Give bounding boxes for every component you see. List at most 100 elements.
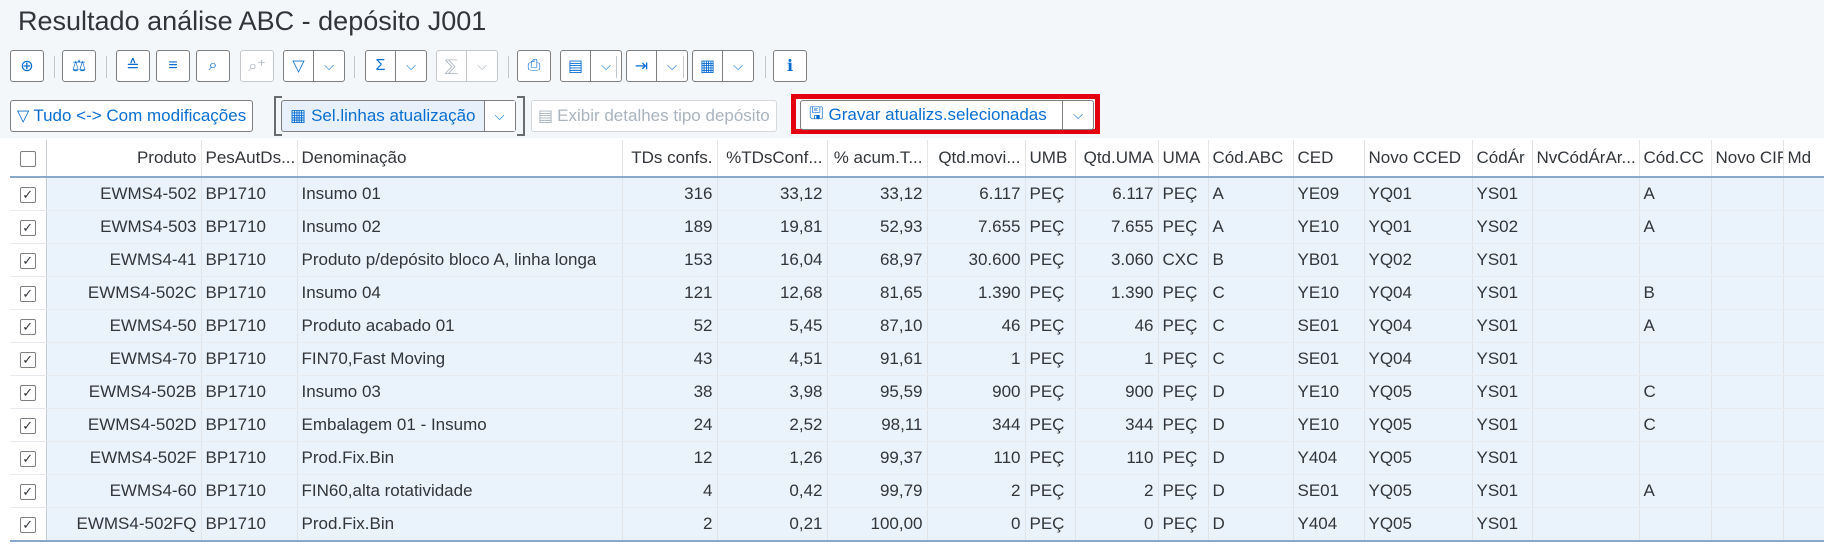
cell-pct-tds-conf: 4,51: [717, 342, 828, 376]
row-checkbox[interactable]: ✓: [19, 219, 36, 236]
subtotal-icon[interactable]: ⅀: [437, 51, 466, 81]
info-button[interactable]: ℹ: [773, 50, 807, 82]
column-header-tds-confs[interactable]: TDs confs.: [622, 140, 718, 178]
row-select-cell[interactable]: ✓: [10, 342, 47, 376]
column-header-new-area-code[interactable]: NvCódÁrAr...: [1532, 140, 1640, 178]
table-row[interactable]: ✓ EWMS4-502FQ BP1710 Prod.Fix.Bin 2 0,21 100,0…: [10, 507, 1824, 542]
filter-icon[interactable]: ▽: [284, 51, 313, 81]
cell-cc-code: [1639, 342, 1712, 376]
column-header-pct-tds-conf[interactable]: %TDsConf...: [717, 140, 828, 178]
row-checkbox[interactable]: ✓: [19, 285, 36, 302]
row-checkbox[interactable]: ✓: [19, 252, 36, 269]
table-row[interactable]: ✓ EWMS4-50 BP1710 Produto acabado 01 52 5,45 8…: [10, 309, 1824, 343]
cell-pct-accum: 91,61: [827, 342, 928, 376]
table-row[interactable]: ✓ EWMS4-502D BP1710 Embalagem 01 - Insumo 24…: [10, 408, 1824, 442]
select-update-rows-button[interactable]: ▦ Sel.linhas atualização ⌵: [281, 100, 516, 132]
select-update-rows-action[interactable]: ▦ Sel.linhas atualização: [282, 101, 484, 131]
select-all-cell[interactable]: [10, 140, 47, 178]
table-row[interactable]: ✓ EWMS4-502C BP1710 Insumo 04 121 12,68 81,65 1…: [10, 276, 1824, 310]
save-icon: 🖫: [809, 103, 824, 123]
show-storage-type-details-button[interactable]: ▤ Exibir detalhes tipo depósito: [531, 100, 777, 132]
column-header-base-uom[interactable]: UMB: [1025, 140, 1076, 178]
row-select-cell[interactable]: ✓: [10, 276, 47, 310]
column-header-qty-moved[interactable]: Qtd.movi...: [927, 140, 1026, 178]
column-header-aum[interactable]: UMA: [1158, 140, 1209, 178]
chevron-down-icon[interactable]: ⌵: [1062, 101, 1093, 129]
table-row[interactable]: ✓ EWMS4-41 BP1710 Produto p/depósito bloco …: [10, 243, 1824, 277]
toggle-all-changed-button[interactable]: ▽ Tudo <-> Com modificações: [10, 100, 254, 132]
column-header-cc-code[interactable]: Cód.CC: [1639, 140, 1712, 178]
chevron-down-icon[interactable]: ⌵: [466, 51, 497, 81]
chevron-down-icon[interactable]: ⌵: [313, 51, 344, 81]
compare-button[interactable]: ⚖: [62, 50, 96, 82]
print-preview-icon[interactable]: ▤: [561, 51, 590, 81]
row-checkbox[interactable]: ✓: [19, 351, 36, 368]
export-icon[interactable]: ⇥: [627, 51, 656, 81]
row-select-cell[interactable]: ✓: [10, 474, 47, 508]
row-select-cell[interactable]: ✓: [10, 243, 47, 277]
cell-pct-accum: 98,11: [827, 408, 928, 442]
cell-md: [1783, 177, 1824, 211]
row-checkbox[interactable]: ✓: [19, 186, 36, 203]
row-select-cell[interactable]: ✓: [10, 441, 47, 475]
row-select-cell[interactable]: ✓: [10, 210, 47, 244]
find-next-icon: ⌕⁺: [248, 58, 266, 75]
save-selected-updates-action[interactable]: 🖫 Gravar atualizs.selecionadas: [801, 101, 1062, 129]
column-header-pesautds[interactable]: PesAutDs...: [201, 140, 298, 178]
row-select-cell[interactable]: ✓: [10, 408, 47, 442]
find-button[interactable]: ⌕: [196, 50, 230, 82]
row-checkbox[interactable]: ✓: [19, 516, 36, 533]
cell-qty-aum: 2: [1075, 474, 1159, 508]
subtotal-dropdown[interactable]: ⅀ ⌵: [436, 50, 498, 82]
table-row[interactable]: ✓ EWMS4-70 BP1710 FIN70,Fast Moving 43 4,51 91…: [10, 342, 1824, 376]
sort-descending-button[interactable]: ≡: [156, 50, 190, 82]
filter-dropdown[interactable]: ▽ ⌵: [283, 50, 345, 82]
row-checkbox[interactable]: ✓: [19, 417, 36, 434]
column-header-new-cced[interactable]: Novo CCED: [1364, 140, 1473, 178]
row-select-cell[interactable]: ✓: [10, 507, 47, 542]
layout-icon[interactable]: ▦: [693, 51, 722, 81]
toggle-all-changed-label: Tudo <-> Com modificações: [33, 106, 247, 125]
select-all-checkbox[interactable]: [19, 150, 36, 167]
row-select-cell[interactable]: ✓: [10, 177, 47, 211]
cell-base-uom: PEÇ: [1025, 276, 1076, 310]
column-header-product[interactable]: Produto: [46, 140, 202, 178]
cell-tds-confs: 189: [622, 210, 718, 244]
row-select-cell[interactable]: ✓: [10, 309, 47, 343]
column-header-new-cir[interactable]: Novo CIR: [1711, 140, 1784, 178]
row-checkbox[interactable]: ✓: [19, 483, 36, 500]
column-header-area-code[interactable]: CódÁr: [1472, 140, 1533, 178]
column-header-pct-accum[interactable]: % acum.T...: [827, 140, 928, 178]
print-preview-dropdown[interactable]: ▤ ⌵: [560, 50, 622, 82]
row-checkbox[interactable]: ✓: [19, 384, 36, 401]
table-row[interactable]: ✓ EWMS4-60 BP1710 FIN60,alta rotatividade 4 0…: [10, 474, 1824, 508]
column-header-ced[interactable]: CED: [1293, 140, 1365, 178]
cell-ced: SE01: [1293, 309, 1365, 343]
row-select-cell[interactable]: ✓: [10, 375, 47, 409]
chevron-down-icon[interactable]: ⌵: [483, 101, 515, 131]
sum-dropdown[interactable]: Σ ⌵: [365, 50, 427, 82]
export-dropdown[interactable]: ⇥ ⌵: [626, 50, 688, 82]
table-row[interactable]: ✓ EWMS4-503 BP1710 Insumo 02 189 19,81 52,93 7.…: [10, 210, 1824, 244]
column-header-abc-code[interactable]: Cód.ABC: [1208, 140, 1294, 178]
cell-md: [1783, 408, 1824, 442]
save-selected-updates-button[interactable]: 🖫 Gravar atualizs.selecionadas ⌵: [800, 100, 1094, 130]
column-header-qty-aum[interactable]: Qtd.UMA: [1075, 140, 1159, 178]
table-row[interactable]: ✓ EWMS4-502F BP1710 Prod.Fix.Bin 12 1,26 99,37…: [10, 441, 1824, 475]
table-row[interactable]: ✓ EWMS4-502 BP1710 Insumo 01 316 33,12 33,12 6.…: [10, 177, 1824, 211]
cell-aum: PEÇ: [1158, 507, 1209, 542]
column-header-description[interactable]: Denominação: [297, 140, 623, 178]
chevron-down-icon[interactable]: ⌵: [395, 51, 426, 81]
row-checkbox[interactable]: ✓: [19, 318, 36, 335]
chevron-down-icon[interactable]: ⌵: [722, 51, 753, 81]
table-row[interactable]: ✓ EWMS4-502B BP1710 Insumo 03 38 3,98 95,59 900…: [10, 375, 1824, 409]
sort-ascending-button[interactable]: ≙: [116, 50, 150, 82]
zoom-details-button[interactable]: ⊕: [10, 50, 44, 82]
column-header-md[interactable]: Md: [1783, 140, 1824, 178]
layout-dropdown[interactable]: ▦ ⌵: [692, 50, 754, 82]
find-next-button[interactable]: ⌕⁺: [240, 50, 274, 82]
row-checkbox[interactable]: ✓: [19, 450, 36, 467]
sum-icon[interactable]: Σ: [366, 51, 395, 81]
print-button[interactable]: ⎙: [517, 50, 551, 82]
cell-aum: PEÇ: [1158, 177, 1209, 211]
